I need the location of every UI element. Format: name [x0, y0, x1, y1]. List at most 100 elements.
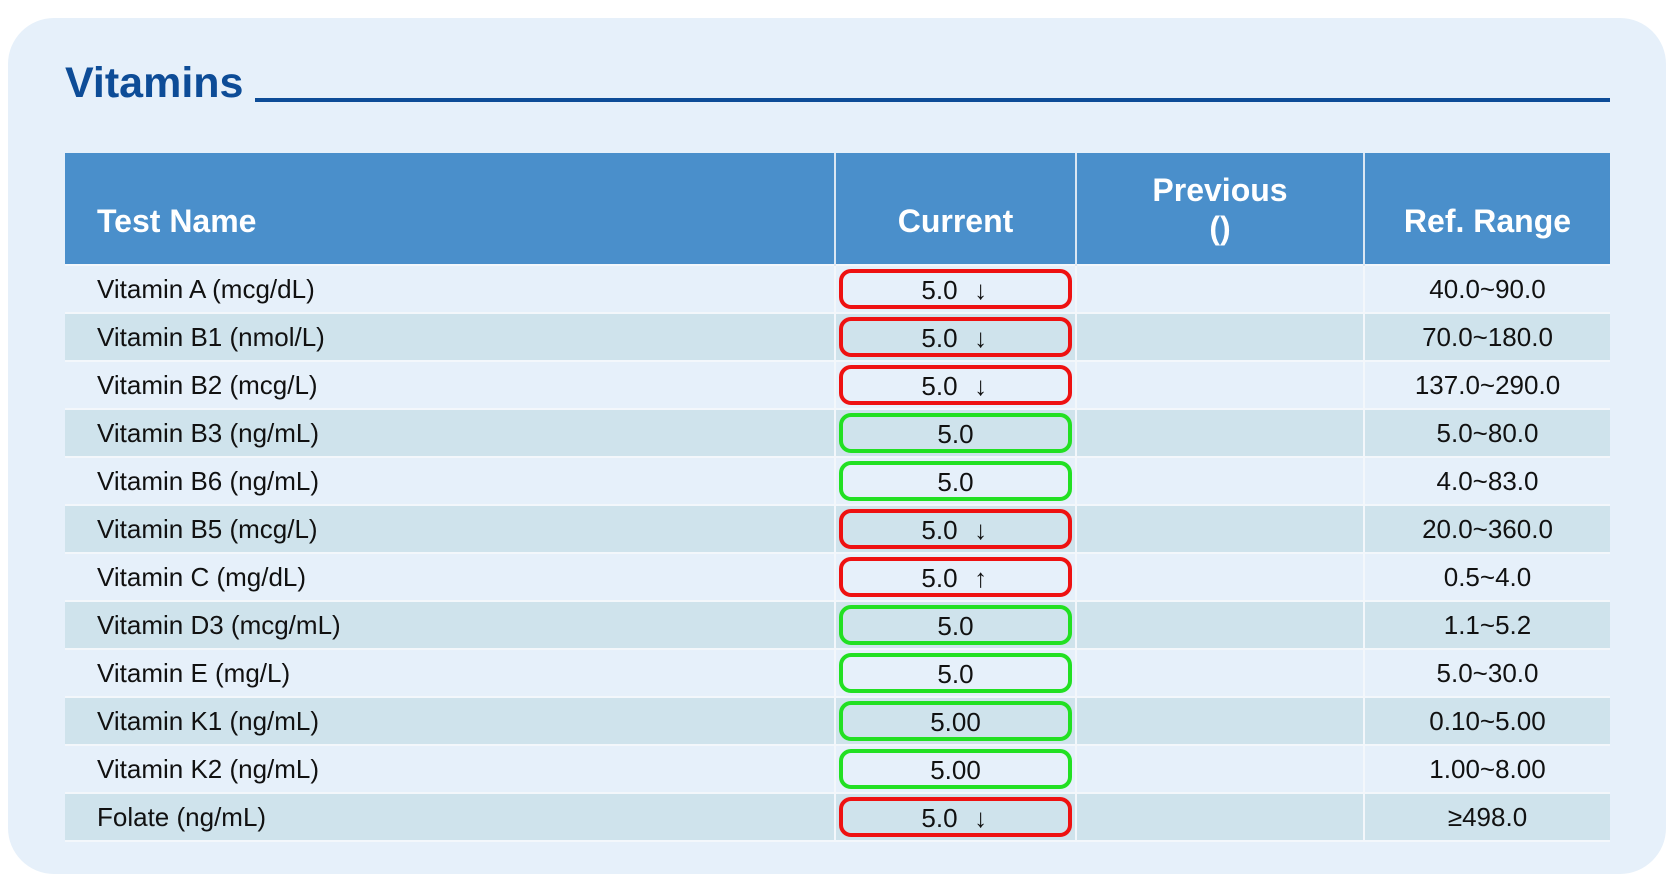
current-value-cell: 5.0: [834, 600, 1077, 650]
current-value: 5.0: [937, 659, 974, 689]
current-value-cell: 5.0: [834, 408, 1077, 458]
table-row: Vitamin B2 (mcg/L) 5.0 ↓ 137.0~290.0: [65, 360, 1610, 410]
table-row: Vitamin B5 (mcg/L) 5.0 ↓ 20.0~360.0: [65, 504, 1610, 554]
previous-value-cell: [1076, 504, 1365, 554]
test-name-cell: Vitamin B6 (ng/mL): [65, 456, 835, 506]
table-row: Vitamin B1 (nmol/L) 5.0 ↓ 70.0~180.0: [65, 312, 1610, 362]
flag-arrow-icon: ↓: [974, 275, 988, 305]
header-row: Test Name Current Previous () Ref. Range: [65, 153, 1610, 265]
previous-value-cell: [1076, 312, 1365, 362]
flag-arrow-icon: ↓: [974, 371, 988, 401]
current-value-box: 5.0: [839, 653, 1072, 693]
table-header: Test Name Current Previous () Ref. Range: [65, 153, 1610, 265]
flag-arrow-icon: ↑: [974, 563, 988, 593]
current-value: 5.00: [930, 707, 981, 737]
previous-value-cell: [1076, 696, 1365, 746]
ref-range-cell: 1.1~5.2: [1364, 600, 1610, 650]
current-value-box: 5.0 ↓: [839, 317, 1072, 357]
current-value-cell: 5.0 ↓: [834, 264, 1077, 314]
table-row: Vitamin D3 (mcg/mL) 5.0 1.1~5.2: [65, 600, 1610, 650]
header-previous-date: (): [1209, 209, 1231, 246]
current-value-cell: 5.0 ↓: [834, 360, 1077, 410]
current-value-cell: 5.00: [834, 744, 1077, 794]
previous-value-cell: [1076, 456, 1365, 506]
current-value: 5.0: [921, 803, 958, 833]
current-value-box: 5.0 ↑: [839, 557, 1072, 597]
current-value: 5.0: [921, 275, 958, 305]
ref-range-cell: 1.00~8.00: [1364, 744, 1610, 794]
vitamins-table: Test Name Current Previous () Ref. Range…: [65, 153, 1610, 842]
previous-value-cell: [1076, 360, 1365, 410]
ref-range-cell: 4.0~83.0: [1364, 456, 1610, 506]
current-value-box: 5.00: [839, 701, 1072, 741]
ref-range-cell: 20.0~360.0: [1364, 504, 1610, 554]
ref-range-cell: 5.0~80.0: [1364, 408, 1610, 458]
current-value-cell: 5.00: [834, 696, 1077, 746]
test-name-cell: Vitamin K1 (ng/mL): [65, 696, 835, 746]
test-name-cell: Vitamin C (mg/dL): [65, 552, 835, 602]
table-row: Vitamin A (mcg/dL) 5.0 ↓ 40.0~90.0: [65, 264, 1610, 314]
current-value-box: 5.0 ↓: [839, 797, 1072, 837]
table-row: Vitamin B3 (ng/mL) 5.0 5.0~80.0: [65, 408, 1610, 458]
previous-value-cell: [1076, 600, 1365, 650]
ref-range-cell: 40.0~90.0: [1364, 264, 1610, 314]
current-value-box: 5.0 ↓: [839, 509, 1072, 549]
previous-value-cell: [1076, 264, 1365, 314]
previous-value-cell: [1076, 648, 1365, 698]
current-value-cell: 5.0 ↓: [834, 792, 1077, 842]
flag-arrow-icon: ↓: [974, 323, 988, 353]
table-row: Vitamin K2 (ng/mL) 5.00 1.00~8.00: [65, 744, 1610, 794]
header-previous: Previous (): [1075, 153, 1365, 265]
current-value: 5.0: [937, 467, 974, 497]
current-value: 5.0: [937, 419, 974, 449]
current-value: 5.0: [921, 323, 958, 353]
previous-value-cell: [1076, 792, 1365, 842]
header-previous-label: Previous: [1152, 171, 1288, 208]
flag-arrow-icon: ↓: [974, 803, 988, 833]
section-title: Vitamins: [65, 59, 244, 107]
ref-range-cell: 0.10~5.00: [1364, 696, 1610, 746]
ref-range-cell: 137.0~290.0: [1364, 360, 1610, 410]
table-row: Folate (ng/mL) 5.0 ↓ ≥498.0: [65, 792, 1610, 842]
current-value-box: 5.0: [839, 461, 1072, 501]
table-row: Vitamin B6 (ng/mL) 5.0 4.0~83.0: [65, 456, 1610, 506]
ref-range-cell: 0.5~4.0: [1364, 552, 1610, 602]
test-name-cell: Vitamin A (mcg/dL): [65, 264, 835, 314]
table-row: Vitamin K1 (ng/mL) 5.00 0.10~5.00: [65, 696, 1610, 746]
header-ref-range: Ref. Range: [1363, 153, 1610, 265]
title-underline: [255, 98, 1610, 102]
previous-value-cell: [1076, 552, 1365, 602]
current-value-box: 5.00: [839, 749, 1072, 789]
ref-range-cell: 5.0~30.0: [1364, 648, 1610, 698]
table-body: Vitamin A (mcg/dL) 5.0 ↓ 40.0~90.0 Vitamin B…: [65, 264, 1610, 842]
test-name-cell: Vitamin K2 (ng/mL): [65, 744, 835, 794]
test-name-cell: Vitamin B5 (mcg/L): [65, 504, 835, 554]
previous-value-cell: [1076, 744, 1365, 794]
test-name-cell: Vitamin B2 (mcg/L): [65, 360, 835, 410]
previous-value-cell: [1076, 408, 1365, 458]
current-value-box: 5.0 ↓: [839, 269, 1072, 309]
flag-arrow-icon: ↓: [974, 515, 988, 545]
test-name-cell: Vitamin D3 (mcg/mL): [65, 600, 835, 650]
current-value-box: 5.0: [839, 413, 1072, 453]
table-row: Vitamin E (mg/L) 5.0 5.0~30.0: [65, 648, 1610, 698]
current-value-cell: 5.0 ↑: [834, 552, 1077, 602]
ref-range-cell: 70.0~180.0: [1364, 312, 1610, 362]
current-value-cell: 5.0 ↓: [834, 504, 1077, 554]
current-value: 5.0: [921, 563, 958, 593]
current-value: 5.0: [921, 515, 958, 545]
current-value: 5.0: [937, 611, 974, 641]
current-value-cell: 5.0 ↓: [834, 312, 1077, 362]
header-current: Current: [834, 153, 1077, 265]
test-name-cell: Folate (ng/mL): [65, 792, 835, 842]
table-row: Vitamin C (mg/dL) 5.0 ↑ 0.5~4.0: [65, 552, 1610, 602]
current-value-box: 5.0: [839, 605, 1072, 645]
current-value-cell: 5.0: [834, 456, 1077, 506]
test-name-cell: Vitamin B3 (ng/mL): [65, 408, 835, 458]
header-test-name: Test Name: [65, 153, 836, 265]
current-value-box: 5.0 ↓: [839, 365, 1072, 405]
current-value-cell: 5.0: [834, 648, 1077, 698]
test-name-cell: Vitamin E (mg/L): [65, 648, 835, 698]
section-header: Vitamins: [65, 52, 1610, 112]
test-name-cell: Vitamin B1 (nmol/L): [65, 312, 835, 362]
